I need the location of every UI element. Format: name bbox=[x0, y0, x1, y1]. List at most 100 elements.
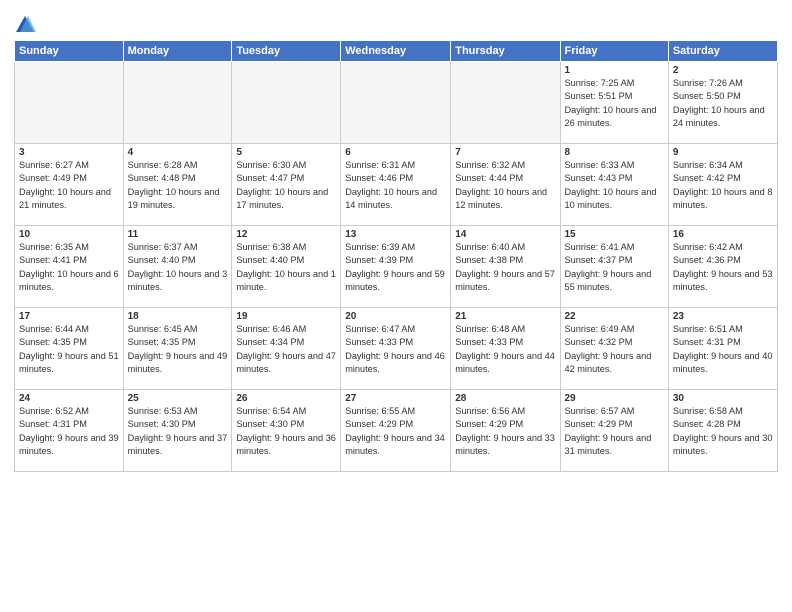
calendar-cell: 25Sunrise: 6:53 AM Sunset: 4:30 PM Dayli… bbox=[123, 390, 232, 472]
day-info: Sunrise: 6:53 AM Sunset: 4:30 PM Dayligh… bbox=[128, 405, 228, 458]
day-info: Sunrise: 6:40 AM Sunset: 4:38 PM Dayligh… bbox=[455, 241, 555, 294]
day-info: Sunrise: 6:41 AM Sunset: 4:37 PM Dayligh… bbox=[565, 241, 664, 294]
day-number: 23 bbox=[673, 311, 773, 322]
logo-icon bbox=[14, 14, 36, 36]
day-info: Sunrise: 6:46 AM Sunset: 4:34 PM Dayligh… bbox=[236, 323, 336, 376]
page: SundayMondayTuesdayWednesdayThursdayFrid… bbox=[0, 0, 792, 612]
calendar-cell: 10Sunrise: 6:35 AM Sunset: 4:41 PM Dayli… bbox=[15, 226, 124, 308]
day-number: 17 bbox=[19, 311, 119, 322]
day-number: 14 bbox=[455, 229, 555, 240]
calendar-cell: 13Sunrise: 6:39 AM Sunset: 4:39 PM Dayli… bbox=[341, 226, 451, 308]
day-number: 10 bbox=[19, 229, 119, 240]
day-number: 8 bbox=[565, 147, 664, 158]
calendar-cell: 8Sunrise: 6:33 AM Sunset: 4:43 PM Daylig… bbox=[560, 144, 668, 226]
day-number: 19 bbox=[236, 311, 336, 322]
calendar-weekday-thursday: Thursday bbox=[451, 41, 560, 62]
calendar-cell: 21Sunrise: 6:48 AM Sunset: 4:33 PM Dayli… bbox=[451, 308, 560, 390]
day-info: Sunrise: 7:26 AM Sunset: 5:50 PM Dayligh… bbox=[673, 77, 773, 130]
day-info: Sunrise: 6:54 AM Sunset: 4:30 PM Dayligh… bbox=[236, 405, 336, 458]
calendar-cell bbox=[451, 62, 560, 144]
day-info: Sunrise: 6:48 AM Sunset: 4:33 PM Dayligh… bbox=[455, 323, 555, 376]
day-info: Sunrise: 6:42 AM Sunset: 4:36 PM Dayligh… bbox=[673, 241, 773, 294]
calendar-week-row: 3Sunrise: 6:27 AM Sunset: 4:49 PM Daylig… bbox=[15, 144, 778, 226]
calendar-cell: 19Sunrise: 6:46 AM Sunset: 4:34 PM Dayli… bbox=[232, 308, 341, 390]
day-info: Sunrise: 7:25 AM Sunset: 5:51 PM Dayligh… bbox=[565, 77, 664, 130]
calendar-weekday-friday: Friday bbox=[560, 41, 668, 62]
day-info: Sunrise: 6:56 AM Sunset: 4:29 PM Dayligh… bbox=[455, 405, 555, 458]
calendar-cell: 14Sunrise: 6:40 AM Sunset: 4:38 PM Dayli… bbox=[451, 226, 560, 308]
day-number: 12 bbox=[236, 229, 336, 240]
calendar-cell: 5Sunrise: 6:30 AM Sunset: 4:47 PM Daylig… bbox=[232, 144, 341, 226]
day-info: Sunrise: 6:28 AM Sunset: 4:48 PM Dayligh… bbox=[128, 159, 228, 212]
calendar-cell: 30Sunrise: 6:58 AM Sunset: 4:28 PM Dayli… bbox=[668, 390, 777, 472]
header bbox=[14, 10, 778, 36]
calendar-cell: 15Sunrise: 6:41 AM Sunset: 4:37 PM Dayli… bbox=[560, 226, 668, 308]
day-number: 11 bbox=[128, 229, 228, 240]
day-number: 22 bbox=[565, 311, 664, 322]
calendar-cell: 12Sunrise: 6:38 AM Sunset: 4:40 PM Dayli… bbox=[232, 226, 341, 308]
day-number: 5 bbox=[236, 147, 336, 158]
day-number: 25 bbox=[128, 393, 228, 404]
calendar-cell: 6Sunrise: 6:31 AM Sunset: 4:46 PM Daylig… bbox=[341, 144, 451, 226]
day-info: Sunrise: 6:38 AM Sunset: 4:40 PM Dayligh… bbox=[236, 241, 336, 294]
day-number: 26 bbox=[236, 393, 336, 404]
day-number: 9 bbox=[673, 147, 773, 158]
day-info: Sunrise: 6:58 AM Sunset: 4:28 PM Dayligh… bbox=[673, 405, 773, 458]
calendar-table: SundayMondayTuesdayWednesdayThursdayFrid… bbox=[14, 40, 778, 472]
calendar-cell bbox=[232, 62, 341, 144]
day-info: Sunrise: 6:51 AM Sunset: 4:31 PM Dayligh… bbox=[673, 323, 773, 376]
day-number: 15 bbox=[565, 229, 664, 240]
day-info: Sunrise: 6:44 AM Sunset: 4:35 PM Dayligh… bbox=[19, 323, 119, 376]
calendar-week-row: 10Sunrise: 6:35 AM Sunset: 4:41 PM Dayli… bbox=[15, 226, 778, 308]
day-info: Sunrise: 6:55 AM Sunset: 4:29 PM Dayligh… bbox=[345, 405, 446, 458]
calendar-cell: 23Sunrise: 6:51 AM Sunset: 4:31 PM Dayli… bbox=[668, 308, 777, 390]
day-number: 1 bbox=[565, 65, 664, 76]
day-info: Sunrise: 6:34 AM Sunset: 4:42 PM Dayligh… bbox=[673, 159, 773, 212]
calendar-cell: 11Sunrise: 6:37 AM Sunset: 4:40 PM Dayli… bbox=[123, 226, 232, 308]
day-number: 20 bbox=[345, 311, 446, 322]
calendar-weekday-saturday: Saturday bbox=[668, 41, 777, 62]
day-info: Sunrise: 6:37 AM Sunset: 4:40 PM Dayligh… bbox=[128, 241, 228, 294]
calendar-cell: 7Sunrise: 6:32 AM Sunset: 4:44 PM Daylig… bbox=[451, 144, 560, 226]
day-info: Sunrise: 6:30 AM Sunset: 4:47 PM Dayligh… bbox=[236, 159, 336, 212]
calendar-weekday-wednesday: Wednesday bbox=[341, 41, 451, 62]
day-info: Sunrise: 6:49 AM Sunset: 4:32 PM Dayligh… bbox=[565, 323, 664, 376]
calendar-cell: 26Sunrise: 6:54 AM Sunset: 4:30 PM Dayli… bbox=[232, 390, 341, 472]
day-info: Sunrise: 6:57 AM Sunset: 4:29 PM Dayligh… bbox=[565, 405, 664, 458]
day-info: Sunrise: 6:27 AM Sunset: 4:49 PM Dayligh… bbox=[19, 159, 119, 212]
day-number: 24 bbox=[19, 393, 119, 404]
day-info: Sunrise: 6:32 AM Sunset: 4:44 PM Dayligh… bbox=[455, 159, 555, 212]
day-number: 18 bbox=[128, 311, 228, 322]
day-info: Sunrise: 6:52 AM Sunset: 4:31 PM Dayligh… bbox=[19, 405, 119, 458]
calendar-cell: 27Sunrise: 6:55 AM Sunset: 4:29 PM Dayli… bbox=[341, 390, 451, 472]
calendar-cell: 18Sunrise: 6:45 AM Sunset: 4:35 PM Dayli… bbox=[123, 308, 232, 390]
calendar-cell bbox=[123, 62, 232, 144]
calendar-cell: 20Sunrise: 6:47 AM Sunset: 4:33 PM Dayli… bbox=[341, 308, 451, 390]
day-info: Sunrise: 6:39 AM Sunset: 4:39 PM Dayligh… bbox=[345, 241, 446, 294]
calendar-cell: 29Sunrise: 6:57 AM Sunset: 4:29 PM Dayli… bbox=[560, 390, 668, 472]
day-info: Sunrise: 6:31 AM Sunset: 4:46 PM Dayligh… bbox=[345, 159, 446, 212]
calendar-cell: 28Sunrise: 6:56 AM Sunset: 4:29 PM Dayli… bbox=[451, 390, 560, 472]
day-number: 27 bbox=[345, 393, 446, 404]
calendar-cell bbox=[15, 62, 124, 144]
calendar-week-row: 1Sunrise: 7:25 AM Sunset: 5:51 PM Daylig… bbox=[15, 62, 778, 144]
calendar-cell bbox=[341, 62, 451, 144]
day-info: Sunrise: 6:33 AM Sunset: 4:43 PM Dayligh… bbox=[565, 159, 664, 212]
day-number: 7 bbox=[455, 147, 555, 158]
calendar-cell: 2Sunrise: 7:26 AM Sunset: 5:50 PM Daylig… bbox=[668, 62, 777, 144]
day-info: Sunrise: 6:45 AM Sunset: 4:35 PM Dayligh… bbox=[128, 323, 228, 376]
calendar-cell: 3Sunrise: 6:27 AM Sunset: 4:49 PM Daylig… bbox=[15, 144, 124, 226]
calendar-cell: 9Sunrise: 6:34 AM Sunset: 4:42 PM Daylig… bbox=[668, 144, 777, 226]
calendar-week-row: 24Sunrise: 6:52 AM Sunset: 4:31 PM Dayli… bbox=[15, 390, 778, 472]
day-info: Sunrise: 6:35 AM Sunset: 4:41 PM Dayligh… bbox=[19, 241, 119, 294]
day-number: 16 bbox=[673, 229, 773, 240]
day-number: 29 bbox=[565, 393, 664, 404]
calendar-cell: 24Sunrise: 6:52 AM Sunset: 4:31 PM Dayli… bbox=[15, 390, 124, 472]
day-number: 4 bbox=[128, 147, 228, 158]
calendar-cell: 1Sunrise: 7:25 AM Sunset: 5:51 PM Daylig… bbox=[560, 62, 668, 144]
day-number: 6 bbox=[345, 147, 446, 158]
day-number: 21 bbox=[455, 311, 555, 322]
calendar-cell: 17Sunrise: 6:44 AM Sunset: 4:35 PM Dayli… bbox=[15, 308, 124, 390]
day-number: 13 bbox=[345, 229, 446, 240]
calendar-cell: 4Sunrise: 6:28 AM Sunset: 4:48 PM Daylig… bbox=[123, 144, 232, 226]
